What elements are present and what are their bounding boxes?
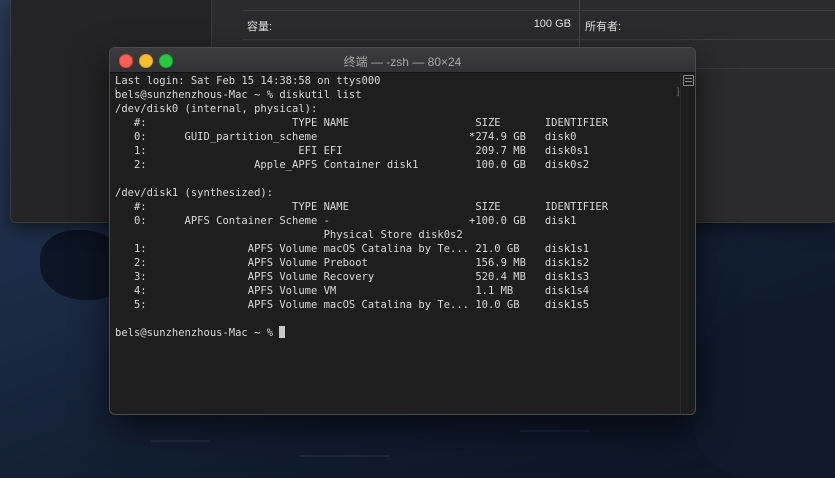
terminal-line: 4: APFS Volume VM 1.1 MB disk1s4 [115, 285, 590, 297]
scroll-marker-icon[interactable] [683, 75, 694, 86]
wallpaper-wave [520, 430, 590, 432]
info-row [581, 0, 835, 11]
terminal-line: 0: APFS Container Scheme - +100.0 GB dis… [115, 215, 577, 227]
capacity-value: 100 GB [533, 18, 571, 30]
terminal-line: Last login: Sat Feb 15 14:38:58 on ttys0… [115, 75, 381, 87]
selection-bracket-left: [ [113, 87, 120, 98]
terminal-line: 0: GUID_partition_scheme *274.9 GB disk0 [115, 131, 577, 143]
terminal-line: 5: APFS Volume macOS Catalina by Te... 1… [115, 299, 590, 311]
terminal-line: /dev/disk1 (synthesized): [115, 187, 274, 199]
terminal-line: Physical Store disk0s2 [115, 229, 463, 241]
info-row-capacity: 容量: 100 GB [243, 11, 579, 40]
terminal-line: 2: Apple_APFS Container disk1 100.0 GB d… [115, 159, 590, 171]
terminal-output[interactable]: Last login: Sat Feb 15 14:38:58 on ttys0… [110, 73, 681, 414]
terminal-line: bels@sunzhenzhous-Mac ~ % diskutil list [115, 89, 362, 101]
wallpaper-wave [150, 440, 210, 442]
terminal-title: 终端 — -zsh — 80×24 [343, 55, 462, 69]
capacity-label: 容量: [247, 21, 273, 33]
terminal-window[interactable]: 终端 — -zsh — 80×24 Last login: Sat Feb 15… [109, 47, 696, 415]
owner-label: 所有者: [585, 21, 622, 33]
terminal-line: /dev/disk0 (internal, physical): [115, 103, 318, 115]
terminal-line: 2: APFS Volume Preboot 156.9 MB disk1s2 [115, 257, 590, 269]
wallpaper-wave [300, 455, 390, 457]
info-row-owner: 所有者: [581, 11, 835, 40]
text-cursor [279, 326, 286, 338]
terminal-scrollbar[interactable] [680, 73, 695, 414]
terminal-line: 1: EFI EFI 209.7 MB disk0s1 [115, 145, 590, 157]
info-row [243, 0, 579, 11]
terminal-titlebar[interactable]: 终端 — -zsh — 80×24 [110, 48, 695, 73]
terminal-line: 1: APFS Volume macOS Catalina by Te... 2… [115, 243, 590, 255]
prompt-text: bels@sunzhenzhous-Mac ~ % [115, 327, 280, 339]
terminal-prompt-line[interactable]: bels@sunzhenzhous-Mac ~ % [115, 326, 681, 340]
wallpaper-rock [690, 300, 835, 478]
terminal-line: #: TYPE NAME SIZE IDENTIFIER [115, 117, 609, 129]
terminal-line: 3: APFS Volume Recovery 520.4 MB disk1s3 [115, 271, 590, 283]
terminal-line: #: TYPE NAME SIZE IDENTIFIER [115, 201, 609, 213]
